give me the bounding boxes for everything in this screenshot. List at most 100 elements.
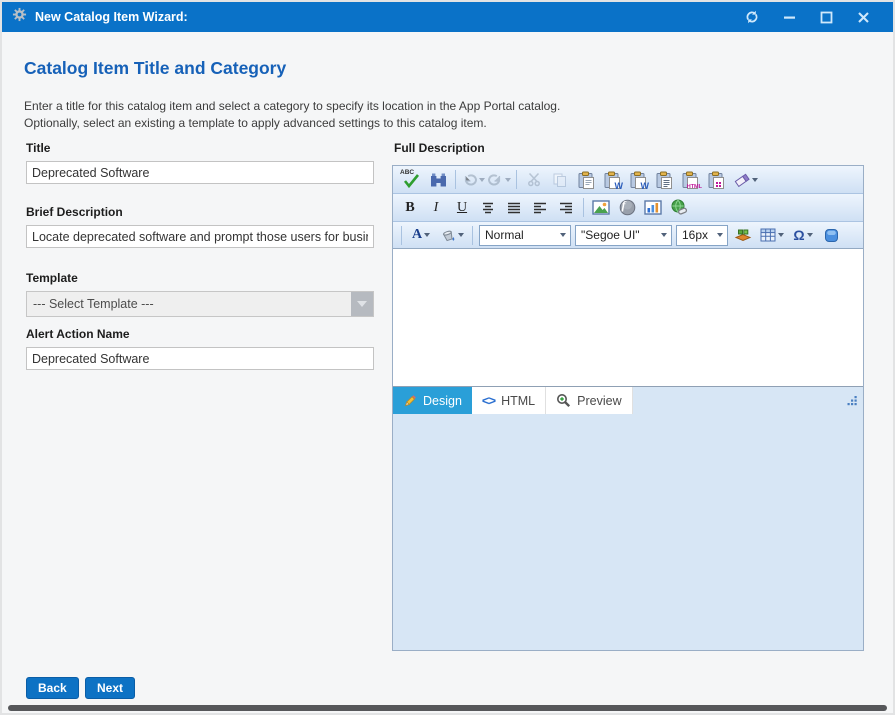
editor-content-area[interactable] <box>393 249 863 387</box>
redo-button[interactable] <box>487 168 511 191</box>
undo-button[interactable] <box>461 168 485 191</box>
brief-description-label: Brief Description <box>26 205 374 219</box>
tab-design[interactable]: Design <box>393 387 472 414</box>
hyperlink-globe-icon <box>670 199 688 216</box>
font-name-dropdown[interactable]: "Segoe UI" <box>575 225 672 246</box>
paragraph-style-dropdown[interactable]: Normal <box>479 225 571 246</box>
back-button[interactable]: Back <box>26 677 79 699</box>
omega-symbol: Ω <box>793 227 804 243</box>
next-button[interactable]: Next <box>85 677 135 699</box>
clipboard-icon <box>655 171 673 189</box>
close-button[interactable] <box>855 9 871 25</box>
format-stripper-button[interactable] <box>730 168 760 191</box>
full-description-label: Full Description <box>394 141 485 155</box>
spellcheck-button[interactable]: ABC <box>398 168 424 191</box>
insert-symbol-button[interactable]: Ω <box>789 224 817 247</box>
editor-resize-grip[interactable] <box>846 394 858 412</box>
tab-design-label: Design <box>423 394 462 408</box>
bold-letter: B <box>405 200 414 216</box>
tab-preview[interactable]: Preview <box>546 387 632 414</box>
pencil-icon <box>403 394 417 408</box>
copy-icon <box>552 172 568 188</box>
paste-from-word-strip-font-button[interactable]: W <box>626 168 650 191</box>
paste-plain-text-button[interactable] <box>652 168 676 191</box>
paste-from-word-button[interactable]: W <box>600 168 624 191</box>
undo-dropdown-arrow[interactable] <box>479 178 485 182</box>
chevron-down-icon <box>657 226 671 245</box>
refresh-button[interactable] <box>744 9 760 25</box>
editor-toolbar-row-2: B I U <box>393 194 863 222</box>
chart-image-icon <box>644 200 662 215</box>
insert-snippet-button[interactable] <box>731 224 755 247</box>
hyperlink-manager-button[interactable] <box>667 196 691 219</box>
page-title: Catalog Item Title and Category <box>24 58 286 79</box>
document-manager-button[interactable] <box>819 224 843 247</box>
template-label: Template <box>26 271 374 285</box>
brief-description-input[interactable] <box>26 225 374 248</box>
font-color-dropdown-arrow[interactable] <box>424 233 430 237</box>
field-group-template: Template --- Select Template --- <box>26 271 374 317</box>
background-color-button[interactable] <box>437 224 467 247</box>
cut-button[interactable] <box>522 168 546 191</box>
tab-html-label: HTML <box>501 394 535 408</box>
toolbar-separator <box>583 198 584 217</box>
paste-markup-button[interactable] <box>704 168 728 191</box>
find-replace-button[interactable] <box>426 168 450 191</box>
intro-line-2: Optionally, select an existing a templat… <box>24 115 560 132</box>
maximize-button[interactable] <box>818 9 834 25</box>
clipboard-icon <box>707 171 725 189</box>
title-input[interactable] <box>26 161 374 184</box>
image-manager-button[interactable] <box>589 196 613 219</box>
alert-action-name-input[interactable] <box>26 347 374 370</box>
font-name-value: "Segoe UI" <box>581 228 640 242</box>
toolbar-separator <box>516 170 517 189</box>
editor-mode-tabs: Design <> HTML Preview <box>393 387 863 414</box>
media-manager-button[interactable] <box>641 196 665 219</box>
minimize-button[interactable] <box>781 9 797 25</box>
toolbar-separator <box>455 170 456 189</box>
flash-letter: f <box>622 198 626 213</box>
document-manager-icon <box>824 228 839 243</box>
bold-button[interactable]: B <box>398 196 422 219</box>
module-blocks-icon <box>734 228 752 243</box>
editor-panel-lower-area <box>393 414 863 650</box>
table-dropdown-arrow[interactable] <box>778 233 784 237</box>
insert-table-button[interactable] <box>757 224 787 247</box>
align-right-button[interactable] <box>554 196 578 219</box>
italic-letter: I <box>434 200 439 216</box>
magnifier-icon <box>556 393 571 408</box>
paint-bucket-icon <box>440 228 456 243</box>
align-left-button[interactable] <box>528 196 552 219</box>
justify-button[interactable] <box>502 196 526 219</box>
template-dropdown-button[interactable] <box>351 292 373 316</box>
field-group-brief-description: Brief Description <box>26 205 374 248</box>
html-text: HTML <box>687 185 702 191</box>
symbol-dropdown-arrow[interactable] <box>807 233 813 237</box>
editor-toolbar-row-3: A Normal "Segoe UI" <box>393 222 863 249</box>
chevron-down-icon <box>713 226 727 245</box>
paste-button[interactable] <box>574 168 598 191</box>
chevron-down-icon <box>556 226 570 245</box>
spellcheck-abc-text: ABC <box>400 169 414 176</box>
underline-button[interactable]: U <box>450 196 474 219</box>
background-color-dropdown-arrow[interactable] <box>458 233 464 237</box>
flash-manager-button[interactable]: f <box>615 196 639 219</box>
justify-icon <box>506 201 522 215</box>
redo-dropdown-arrow[interactable] <box>505 178 511 182</box>
table-icon <box>760 228 776 242</box>
paste-as-html-button[interactable]: HTML <box>678 168 702 191</box>
italic-button[interactable]: I <box>424 196 448 219</box>
format-stripper-dropdown-arrow[interactable] <box>752 178 758 182</box>
font-color-button[interactable]: A <box>407 224 435 247</box>
clipboard-icon <box>577 171 595 189</box>
template-dropdown[interactable]: --- Select Template --- <box>26 291 374 317</box>
eraser-icon <box>733 172 750 188</box>
undo-icon <box>462 173 477 187</box>
align-center-button[interactable] <box>476 196 500 219</box>
copy-button[interactable] <box>548 168 572 191</box>
tab-html[interactable]: <> HTML <box>472 387 546 414</box>
intro-text: Enter a title for this catalog item and … <box>24 98 560 132</box>
font-size-dropdown[interactable]: 16px <box>676 225 728 246</box>
rich-text-editor: ABC <box>392 165 864 651</box>
underline-letter: U <box>457 200 467 216</box>
